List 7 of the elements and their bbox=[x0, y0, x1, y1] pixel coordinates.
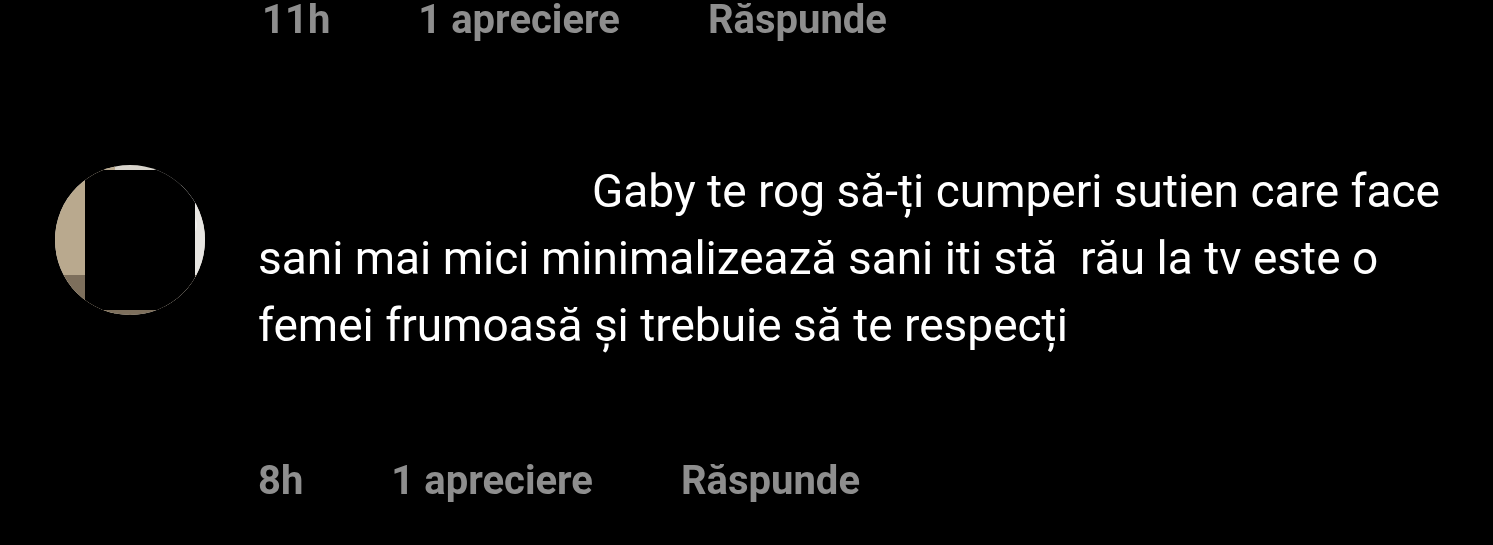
reply-link[interactable]: Răspunde bbox=[707, 0, 887, 46]
likes-count[interactable]: 1 apreciere bbox=[418, 0, 620, 46]
timestamp: 8h bbox=[258, 456, 304, 506]
reply-link[interactable]: Răspunde bbox=[680, 455, 860, 507]
comment-text: Gaby te rog să-ți cumperi sutien care face sani mai mici minimalizează sani iti stă rău la tv este o femei frumoasă și trebuie să te respecți bbox=[258, 163, 1441, 355]
timestamp: 11h bbox=[262, 0, 331, 45]
likes-count[interactable]: 1 apreciere bbox=[391, 455, 593, 507]
